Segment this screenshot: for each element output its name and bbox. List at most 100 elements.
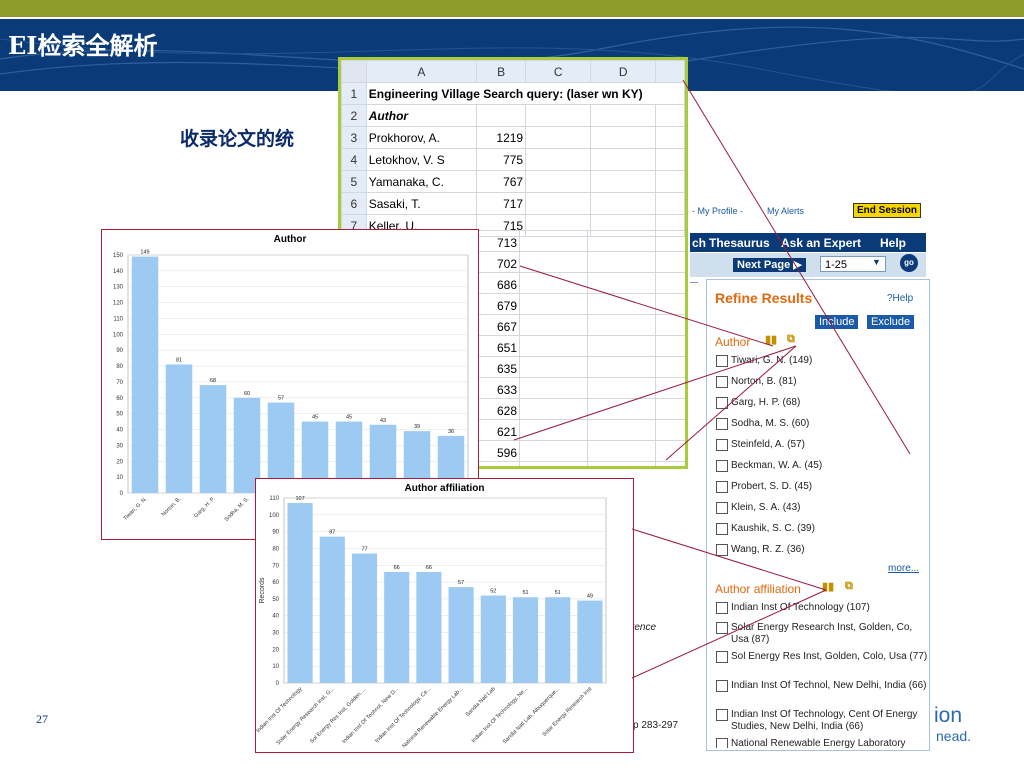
- author-facet-item[interactable]: Tiwari, G. N. (149): [716, 355, 928, 367]
- affiliation-facet-item[interactable]: National Renewable Energy Laboratory: [716, 738, 928, 748]
- background-record-text: rence: [631, 622, 657, 633]
- bar-chart-icon[interactable]: ▮▮: [822, 580, 834, 593]
- author-facet-item[interactable]: Kaushik, S. C. (39): [716, 523, 928, 535]
- table-cell[interactable]: [590, 104, 657, 127]
- include-button[interactable]: Include: [815, 315, 859, 329]
- checkbox[interactable]: [716, 544, 728, 556]
- checkbox[interactable]: [716, 481, 728, 493]
- tab-ask-an-expert[interactable]: Ask an Expert: [781, 236, 861, 250]
- table-row: 4 Letokhov, V. S 775: [341, 148, 685, 171]
- author-facet-label: Wang, R. Z. (36): [731, 544, 805, 555]
- table-cell[interactable]: [590, 148, 657, 171]
- my-alerts-link[interactable]: My Alerts: [767, 206, 804, 216]
- row-number[interactable]: 5: [341, 170, 367, 193]
- table-cell[interactable]: [525, 148, 592, 171]
- row-number[interactable]: 4: [341, 148, 367, 171]
- exclude-button[interactable]: Exclude: [867, 315, 915, 329]
- row-number[interactable]: 2: [341, 104, 367, 127]
- go-button[interactable]: go: [900, 254, 918, 272]
- tab-search[interactable]: ch: [692, 236, 706, 250]
- author-facet-item[interactable]: Norton, B. (81): [716, 376, 928, 388]
- author-facet-item[interactable]: Garg, H. P. (68): [716, 397, 928, 409]
- column-header[interactable]: B: [476, 60, 527, 83]
- tab-thesaurus[interactable]: Thesaurus: [709, 236, 770, 250]
- author-facet-item[interactable]: Sodha, M. S. (60): [716, 418, 928, 430]
- table-cell[interactable]: [655, 170, 685, 193]
- tab-help[interactable]: Help: [880, 236, 906, 250]
- table-cell[interactable]: [590, 170, 657, 193]
- author-name-cell[interactable]: Yamanaka, C.: [365, 170, 478, 193]
- checkbox[interactable]: [716, 709, 728, 721]
- checkbox[interactable]: [716, 651, 728, 663]
- checkbox[interactable]: [716, 602, 728, 614]
- table-cell[interactable]: [590, 192, 657, 215]
- affiliation-facet-item[interactable]: Sol Energy Res Inst, Golden, Colo, Usa (…: [716, 651, 928, 663]
- checkbox[interactable]: [716, 523, 728, 535]
- column-header[interactable]: [655, 60, 685, 83]
- end-session-button[interactable]: End Session: [853, 203, 922, 218]
- help-link[interactable]: ?Help: [887, 293, 913, 304]
- author-facet-label: Klein, S. A. (43): [731, 502, 801, 513]
- author-name-cell[interactable]: Letokhov, V. S: [365, 148, 478, 171]
- export-icon[interactable]: ⧉: [845, 580, 853, 593]
- checkbox[interactable]: [716, 622, 728, 634]
- category-label: National Renewable Energy Lab...: [401, 686, 465, 750]
- author-facet-item[interactable]: Klein, S. A. (43): [716, 502, 928, 514]
- chart-title: Author affiliation: [405, 483, 485, 494]
- more-link[interactable]: more...: [888, 563, 919, 574]
- logo-fragment-2: nead.: [936, 728, 972, 744]
- checkbox[interactable]: [716, 502, 728, 514]
- affiliation-chart-panel: Author affiliation 0 10 20 30 40 50 60 70 80 90 100…: [255, 478, 634, 753]
- count-cell[interactable]: 775: [476, 148, 527, 171]
- column-header[interactable]: A: [365, 60, 478, 83]
- checkbox[interactable]: [716, 460, 728, 472]
- checkbox[interactable]: [716, 397, 728, 409]
- author-facet-label: Steinfeld, A. (57): [731, 439, 805, 450]
- export-icon[interactable]: ⧉: [787, 333, 795, 346]
- affiliation-facet-item[interactable]: Solar Energy Research Inst, Golden, Co, …: [716, 622, 928, 646]
- next-page-button[interactable]: Next Page ▶: [733, 258, 806, 272]
- checkbox[interactable]: [716, 355, 728, 367]
- affiliation-facet-item[interactable]: Indian Inst Of Technology (107): [716, 602, 928, 614]
- author-facet-item[interactable]: Steinfeld, A. (57): [716, 439, 928, 451]
- author-facet-item[interactable]: Probert, S. D. (45): [716, 481, 928, 493]
- table-cell[interactable]: [655, 192, 685, 215]
- table-cell[interactable]: [525, 192, 592, 215]
- sheet-header-cell[interactable]: Author: [365, 104, 478, 127]
- table-cell[interactable]: [476, 104, 527, 127]
- checkbox[interactable]: [716, 680, 728, 692]
- data-label: 66: [426, 565, 432, 571]
- sheet-title-cell[interactable]: Engineering Village Search query: (laser…: [365, 82, 685, 105]
- row-number[interactable]: 6: [341, 192, 367, 215]
- bar-chart-icon[interactable]: ▮▮: [765, 333, 777, 346]
- table-cell[interactable]: [655, 104, 685, 127]
- checkbox[interactable]: [716, 439, 728, 451]
- checkbox[interactable]: [716, 738, 728, 748]
- row-number[interactable]: 1: [341, 82, 367, 105]
- data-label: 87: [329, 530, 335, 536]
- count-cell[interactable]: 1219: [476, 126, 527, 149]
- column-header[interactable]: D: [590, 60, 657, 83]
- affiliation-facet-item[interactable]: Indian Inst Of Technol, New Delhi, India…: [716, 680, 928, 692]
- select-all-corner[interactable]: [341, 60, 367, 83]
- author-name-cell[interactable]: Prokhorov, A.: [365, 126, 478, 149]
- checkbox[interactable]: [716, 376, 728, 388]
- table-cell[interactable]: [655, 148, 685, 171]
- row-number[interactable]: 3: [341, 126, 367, 149]
- column-header[interactable]: C: [525, 60, 592, 83]
- author-name-cell[interactable]: Sasaki, T.: [365, 192, 478, 215]
- table-row: 5 Yamanaka, C. 767: [341, 170, 685, 193]
- table-cell[interactable]: [525, 126, 592, 149]
- table-cell[interactable]: [525, 104, 592, 127]
- table-cell[interactable]: [525, 170, 592, 193]
- table-cell[interactable]: [590, 126, 657, 149]
- affiliation-facet-item[interactable]: Indian Inst Of Technology, Cent Of Energ…: [716, 709, 928, 733]
- checkbox[interactable]: [716, 418, 728, 430]
- category-label: Garg, H. P.: [193, 496, 217, 520]
- count-cell[interactable]: 717: [476, 192, 527, 215]
- my-profile-link[interactable]: - My Profile -: [692, 206, 743, 216]
- author-facet-item[interactable]: Wang, R. Z. (36): [716, 544, 928, 556]
- count-cell[interactable]: 767: [476, 170, 527, 193]
- table-cell[interactable]: [655, 126, 685, 149]
- author-facet-item[interactable]: Beckman, W. A. (45): [716, 460, 928, 472]
